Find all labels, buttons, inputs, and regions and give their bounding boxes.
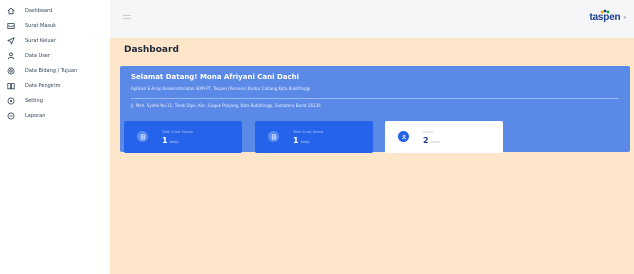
sidebar-item-data-pengirim[interactable]: Data Pengirim [0,78,110,93]
top-bar: taspen ▾ [110,0,634,38]
sidebar-item-label: Setting [25,97,43,104]
gear-icon [6,96,15,105]
stat-card-value: 2 [423,136,429,145]
app-window: Dashboard Surat Masuk Surat Keluar Data … [0,0,634,274]
document-icon [137,131,148,142]
sidebar-item-label: Data Bidang / Tujuan [25,67,78,74]
user-icon [398,131,409,142]
sidebar-item-laporan[interactable]: Laporan [0,108,110,123]
stat-card-value-group: 1 Arsip [162,136,178,145]
divider [131,98,619,99]
stat-card-users[interactable]: Users 2 Users [385,121,503,153]
stat-card-value: 1 [293,136,299,145]
brand-logo[interactable]: taspen ▾ [589,9,626,23]
hamburger-icon[interactable] [123,15,131,21]
stat-card-surat-masuk[interactable]: Total Surat Masuk 1 Arsip [124,121,242,153]
welcome-subtitle: Aplikasi E-Arsip Kesekretariatan SDM PT.… [131,86,311,91]
stat-card-value: 1 [162,136,168,145]
sidebar: Dashboard Surat Masuk Surat Keluar Data … [0,0,110,274]
sidebar-item-label: Data Pengirim [25,82,61,89]
sidebar-nav: Dashboard Surat Masuk Surat Keluar Data … [0,0,110,123]
sidebar-item-label: Laporan [25,112,46,119]
sidebar-item-setting[interactable]: Setting [0,93,110,108]
report-icon [6,111,15,120]
stat-card-value-group: 2 Users [423,136,440,145]
stat-card-unit: Users [430,140,441,144]
stat-card-title: Total Surat Keluar [293,130,324,134]
user-icon [6,51,15,60]
mail-icon [6,21,15,30]
book-icon [6,81,15,90]
sidebar-item-dashboard[interactable]: Dashboard [0,3,110,18]
sidebar-item-label: Surat Keluar [25,37,56,44]
sidebar-item-surat-keluar[interactable]: Surat Keluar [0,33,110,48]
welcome-address: Jl. Moh. Syafei No.11, Tarok Dipo, Kec. … [131,103,321,108]
target-icon [6,66,15,75]
stat-card-surat-keluar[interactable]: Total Surat Keluar 1 Arsip [255,121,373,153]
sidebar-item-label: Dashboard [25,7,53,14]
sidebar-item-label: Data User [25,52,50,59]
brand-mark-icon [601,9,610,14]
sidebar-item-data-bidang[interactable]: Data Bidang / Tujuan [0,63,110,78]
page-title: Dashboard [124,45,179,55]
document-icon [268,131,279,142]
sidebar-item-surat-masuk[interactable]: Surat Masuk [0,18,110,33]
send-icon [6,36,15,45]
main-content: Dashboard Selamat Datang! Mona Afriyani … [110,38,634,274]
sidebar-item-label: Surat Masuk [25,22,57,29]
chevron-down-icon[interactable]: ▾ [623,15,626,21]
stat-card-unit: Arsip [169,140,179,144]
stat-card-unit: Arsip [300,140,310,144]
welcome-title: Selamat Datang! Mona Afriyani Cani Dachi [131,73,300,81]
sidebar-item-data-user[interactable]: Data User [0,48,110,63]
stat-card-title: Total Surat Masuk [162,130,194,134]
home-icon [6,6,15,15]
stat-card-value-group: 1 Arsip [293,136,309,145]
stat-card-title: Users [423,130,433,134]
